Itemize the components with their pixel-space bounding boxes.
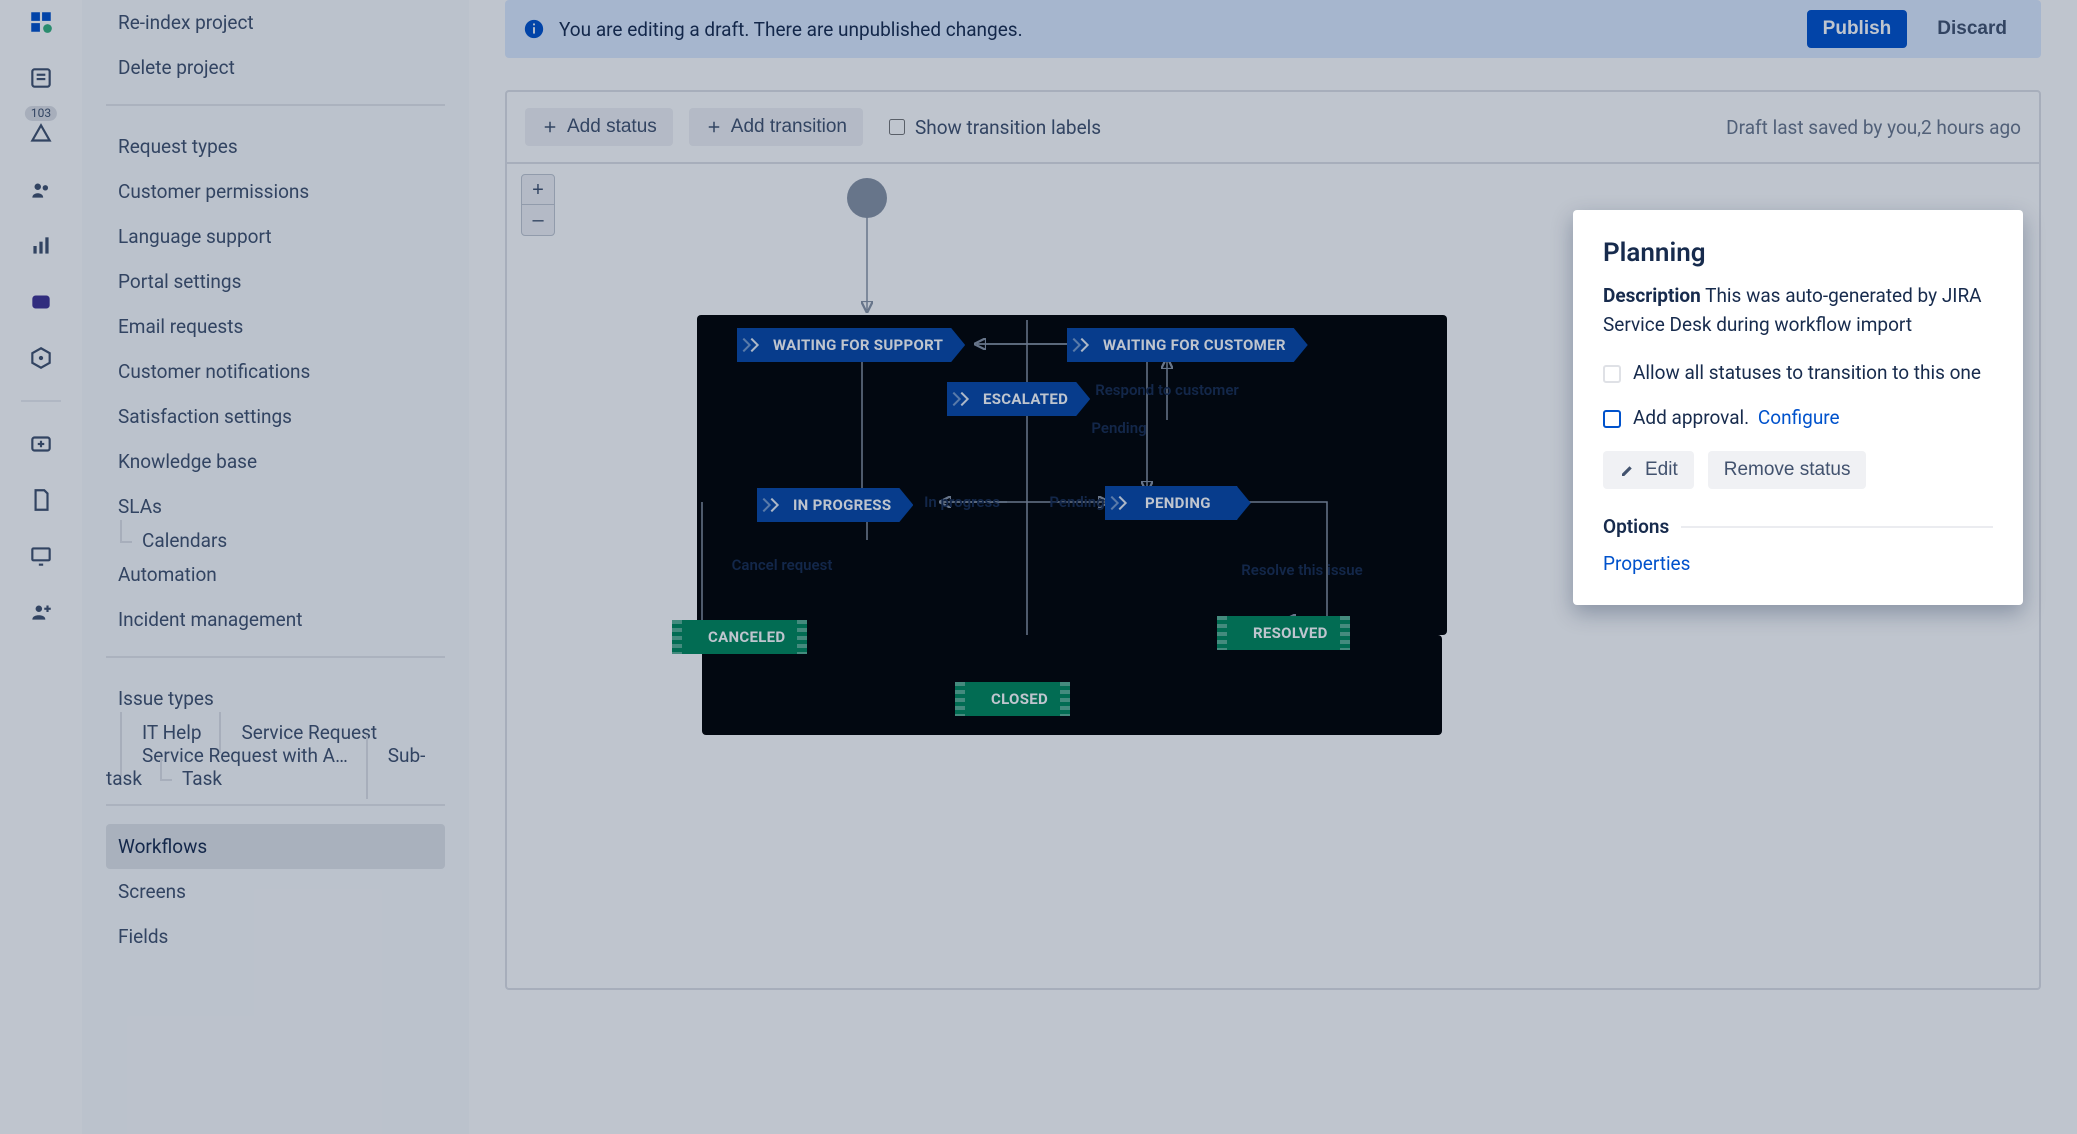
transition-resolve[interactable]: Resolve this issue bbox=[1241, 561, 1362, 579]
add-approval-label: Add approval. Configure bbox=[1633, 406, 1840, 429]
sidebar-email-requests[interactable]: Email requests bbox=[106, 304, 445, 349]
screen-icon[interactable] bbox=[19, 534, 63, 578]
app-logo-icon[interactable] bbox=[19, 0, 63, 44]
alerts-badge: 103 bbox=[25, 106, 57, 121]
zoom-out-button[interactable]: – bbox=[522, 205, 554, 235]
transition-cancel[interactable]: Cancel request bbox=[732, 556, 833, 574]
add-status-label: Add status bbox=[567, 116, 657, 138]
status-in-progress[interactable]: IN PROGRESS bbox=[757, 488, 913, 522]
panel-title: Planning bbox=[1603, 238, 1993, 268]
publish-button[interactable]: Publish bbox=[1807, 10, 1908, 48]
status-label: CANCELED bbox=[708, 628, 785, 646]
sidebar-request-types[interactable]: Request types bbox=[106, 124, 445, 169]
sidebar-customer-notifications[interactable]: Customer notifications bbox=[106, 349, 445, 394]
sidebar-customer-permissions[interactable]: Customer permissions bbox=[106, 169, 445, 214]
status-label: WAITING FOR CUSTOMER bbox=[1103, 336, 1286, 354]
transition-pending-2[interactable]: Pending bbox=[1049, 493, 1104, 511]
allow-all-statuses-toggle[interactable]: Allow all statuses to transition to this… bbox=[1603, 361, 1993, 384]
sidebar-divider bbox=[106, 804, 445, 806]
sidebar-workflows[interactable]: Workflows bbox=[106, 824, 445, 869]
plus-icon bbox=[541, 118, 559, 136]
transition-in-progress[interactable]: In progress bbox=[924, 493, 1000, 511]
sidebar-screens[interactable]: Screens bbox=[106, 869, 445, 914]
show-labels-text: Show transition labels bbox=[915, 116, 1101, 139]
status-resolved[interactable]: RESOLVED bbox=[1217, 616, 1350, 650]
show-labels-toggle[interactable]: Show transition labels bbox=[889, 116, 1101, 139]
sidebar-issuetype-service-request-approval[interactable]: Service Request with A… bbox=[106, 735, 348, 776]
status-closed[interactable]: CLOSED bbox=[955, 682, 1070, 716]
add-person-icon[interactable] bbox=[19, 590, 63, 634]
panel-description: Description This was auto-generated by J… bbox=[1603, 282, 1993, 339]
status-label: WAITING FOR SUPPORT bbox=[773, 336, 943, 354]
status-waiting-customer[interactable]: WAITING FOR CUSTOMER bbox=[1067, 328, 1308, 362]
allow-all-checkbox[interactable] bbox=[1603, 365, 1621, 383]
selection-handles bbox=[1099, 480, 1399, 630]
zoom-in-button[interactable]: + bbox=[522, 175, 554, 205]
add-status-button[interactable]: Add status bbox=[525, 108, 673, 146]
add-item-icon[interactable] bbox=[19, 422, 63, 466]
status-label: IN PROGRESS bbox=[793, 496, 891, 514]
sidebar-knowledge-base[interactable]: Knowledge base bbox=[106, 439, 445, 484]
add-approval-toggle[interactable]: Add approval. Configure bbox=[1603, 406, 1993, 429]
sidebar-calendars[interactable]: Calendars bbox=[106, 520, 227, 561]
status-escalated[interactable]: ESCALATED bbox=[947, 382, 1090, 416]
sidebar-divider bbox=[106, 656, 445, 658]
sidebar-issuetype-task[interactable]: Task bbox=[146, 758, 222, 799]
allow-all-label: Allow all statuses to transition to this… bbox=[1633, 361, 1981, 384]
transition-pending-1[interactable]: Pending bbox=[1091, 419, 1146, 437]
pencil-icon bbox=[1619, 461, 1637, 479]
status-label: ESCALATED bbox=[983, 390, 1068, 408]
sidebar-reindex[interactable]: Re-index project bbox=[106, 0, 445, 45]
status-label: CLOSED bbox=[991, 690, 1048, 708]
rail-divider bbox=[21, 400, 61, 402]
zoom-controls: + – bbox=[521, 174, 555, 236]
remove-status-button[interactable]: Remove status bbox=[1708, 451, 1867, 489]
sidebar-satisfaction-settings[interactable]: Satisfaction settings bbox=[106, 394, 445, 439]
draft-banner: You are editing a draft. There are unpub… bbox=[505, 0, 2041, 58]
status-label: RESOLVED bbox=[1253, 624, 1328, 642]
draft-saved-text: Draft last saved by you,2 hours ago bbox=[1726, 116, 2021, 139]
alerts-icon[interactable]: 103 bbox=[19, 112, 63, 156]
reports-icon[interactable] bbox=[19, 224, 63, 268]
start-node[interactable] bbox=[847, 178, 887, 218]
add-approval-checkbox[interactable] bbox=[1603, 410, 1621, 428]
discard-button[interactable]: Discard bbox=[1921, 10, 2023, 48]
editor-toolbar: Add status Add transition Show transitio… bbox=[507, 92, 2039, 164]
people-icon[interactable] bbox=[19, 168, 63, 212]
transition-respond[interactable]: Respond to customer bbox=[1095, 381, 1239, 399]
info-icon bbox=[523, 18, 545, 40]
status-canceled[interactable]: CANCELED bbox=[672, 620, 807, 654]
plus-icon bbox=[705, 118, 723, 136]
sidebar-divider bbox=[106, 104, 445, 106]
left-icon-rail: 103 bbox=[0, 0, 82, 1134]
channels-icon[interactable] bbox=[19, 280, 63, 324]
add-transition-button[interactable]: Add transition bbox=[689, 108, 863, 146]
project-settings-sidebar: Re-index project Delete project Request … bbox=[82, 0, 469, 1134]
sidebar-incident-management[interactable]: Incident management bbox=[106, 597, 445, 642]
properties-link[interactable]: Properties bbox=[1603, 552, 1690, 575]
status-waiting-support[interactable]: WAITING FOR SUPPORT bbox=[737, 328, 965, 362]
show-labels-checkbox[interactable] bbox=[889, 119, 905, 135]
page-icon[interactable] bbox=[19, 478, 63, 522]
settings-icon[interactable] bbox=[19, 336, 63, 380]
sidebar-fields[interactable]: Fields bbox=[106, 914, 445, 959]
add-transition-label: Add transition bbox=[731, 116, 847, 138]
edit-status-button[interactable]: Edit bbox=[1603, 451, 1694, 489]
status-pending[interactable]: PENDING bbox=[1105, 486, 1251, 520]
sidebar-delete[interactable]: Delete project bbox=[106, 45, 445, 90]
status-properties-panel: Planning Description This was auto-gener… bbox=[1573, 210, 2023, 605]
configure-link[interactable]: Configure bbox=[1758, 406, 1840, 429]
sidebar-portal-settings[interactable]: Portal settings bbox=[106, 259, 445, 304]
options-heading: Options bbox=[1603, 515, 1993, 538]
queue-icon[interactable] bbox=[19, 56, 63, 100]
edit-label: Edit bbox=[1645, 459, 1678, 481]
banner-text: You are editing a draft. There are unpub… bbox=[559, 18, 1793, 41]
sidebar-language-support[interactable]: Language support bbox=[106, 214, 445, 259]
